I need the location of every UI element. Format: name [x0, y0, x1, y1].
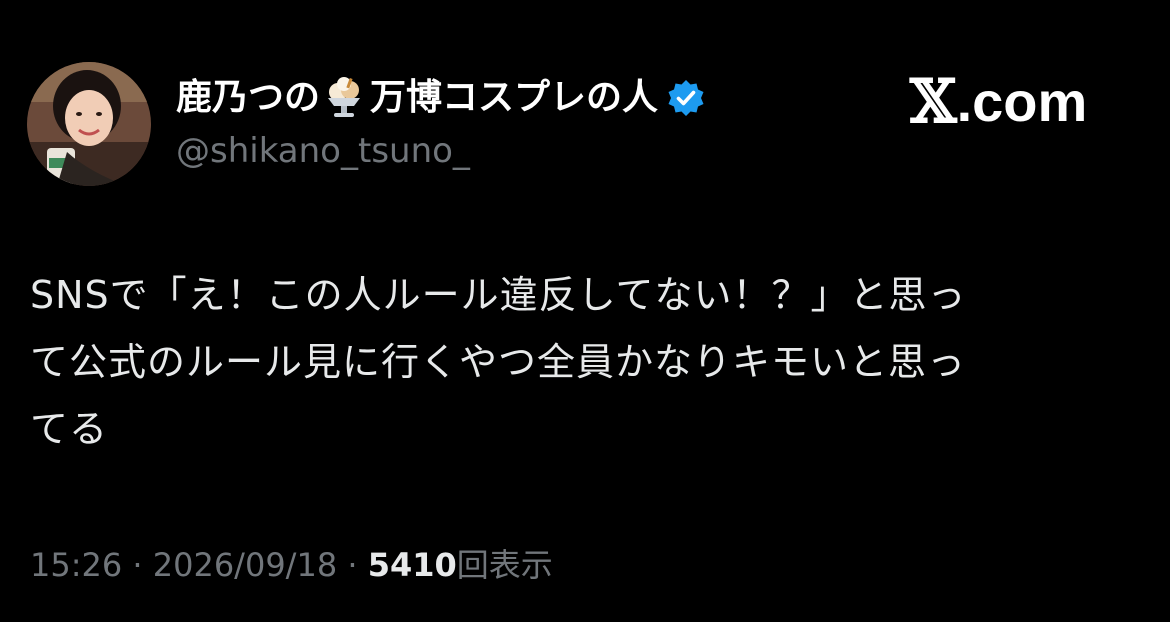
- tweet-line: て公式のルール見に行くやつ全員かなりキモいと思っ: [30, 340, 967, 384]
- avatar[interactable]: [27, 62, 151, 186]
- x-brand-logo: 𝕏 .com: [910, 70, 1087, 134]
- author-name-row[interactable]: 鹿乃つの 万博コスプレの人: [176, 72, 706, 124]
- ice-cream-sundae-icon: [322, 76, 366, 120]
- display-name-part2[interactable]: 万博コスプレの人: [370, 72, 658, 124]
- x-logo-icon: 𝕏: [910, 67, 957, 137]
- tweet-line: てる: [30, 407, 109, 451]
- meta-separator: ·: [122, 546, 153, 584]
- brand-domain: .com: [956, 70, 1088, 133]
- views-label[interactable]: 回表示: [457, 546, 553, 584]
- author-handle[interactable]: @shikano_tsuno_: [176, 127, 470, 175]
- tweet-meta: 15:26 · 2026/09/18 · 5410回表示: [30, 542, 553, 588]
- profile-photo: [27, 62, 151, 186]
- views-count[interactable]: 5410: [368, 546, 457, 584]
- display-name-part1[interactable]: 鹿乃つの: [176, 72, 320, 124]
- verified-badge-icon: [666, 78, 706, 118]
- tweet-time[interactable]: 15:26: [30, 546, 122, 584]
- tweet-line: SNSで「え！この人ルール違反してない！？」と思っ: [30, 273, 967, 317]
- meta-separator: ·: [337, 546, 368, 584]
- tweet-text: SNSで「え！この人ルール違反してない！？」と思っ て公式のルール見に行くやつ全…: [30, 262, 1120, 463]
- tweet-date[interactable]: 2026/09/18: [153, 546, 337, 584]
